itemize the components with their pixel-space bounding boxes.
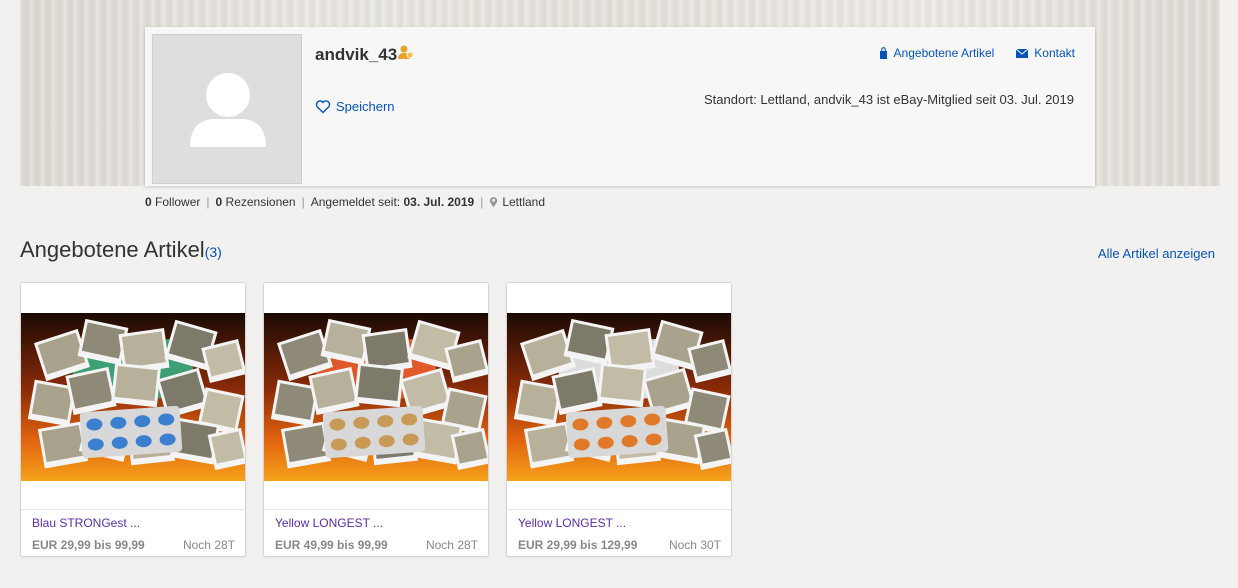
shopping-bag-icon <box>879 47 887 59</box>
reviews-label[interactable]: Rezensionen <box>226 195 296 209</box>
location-membership-text: Standort: Lettland, andvik_43 ist eBay-M… <box>704 92 1074 107</box>
item-card[interactable]: Blau STRONGest ... EUR 29,99 bis 99,99 N… <box>20 282 246 557</box>
item-card[interactable]: Yellow LONGEST ... EUR 49,99 bis 99,99 N… <box>263 282 489 557</box>
heart-icon <box>315 100 331 114</box>
card-divider <box>264 509 488 510</box>
offered-items-link[interactable]: Angebotene Artikel <box>879 46 995 60</box>
save-label: Speichern <box>336 99 395 114</box>
product-collage-graphic <box>507 313 731 481</box>
product-collage-graphic <box>264 313 488 481</box>
card-divider <box>507 509 731 510</box>
section-title: Angebotene Artikel(3) <box>20 237 222 263</box>
stats-location: Lettland <box>502 195 546 209</box>
member-since-label: Angemeldet seit: <box>310 195 401 209</box>
item-title[interactable]: Yellow LONGEST ... <box>275 516 383 530</box>
item-image[interactable] <box>507 313 731 481</box>
envelope-icon <box>1016 48 1029 58</box>
profile-card: andvik_43 Speichern Angebotene Artikel K… <box>145 27 1095 186</box>
section-item-count[interactable]: (3) <box>205 244 222 260</box>
divider: | <box>206 195 210 209</box>
view-all-items-link[interactable]: Alle Artikel anzeigen <box>1098 246 1215 261</box>
item-image[interactable] <box>264 313 488 481</box>
default-avatar-icon <box>153 35 301 183</box>
seller-stats: 0 Follower | 0 Rezensionen | Angemeldet … <box>145 195 545 209</box>
item-time-left: Noch 28T <box>425 538 478 552</box>
item-card[interactable]: Yellow LONGEST ... EUR 29,99 bis 129,99 … <box>506 282 732 557</box>
location-pin-icon <box>490 197 498 208</box>
item-price: EUR 49,99 bis 99,99 <box>275 538 388 552</box>
member-since-date: 03. Jul. 2019 <box>403 195 475 209</box>
followers-count: 0 <box>145 195 152 209</box>
username: andvik_43 <box>315 45 398 64</box>
item-image[interactable] <box>21 313 245 481</box>
item-title[interactable]: Blau STRONGest ... <box>32 516 140 530</box>
profile-links: Angebotene Artikel Kontakt <box>879 46 1075 60</box>
item-price: EUR 29,99 bis 129,99 <box>518 538 638 552</box>
reviews-count: 0 <box>215 195 223 209</box>
section-title-text: Angebotene Artikel <box>20 237 205 262</box>
divider: | <box>301 195 305 209</box>
contact-link[interactable]: Kontakt <box>1016 46 1075 60</box>
item-title[interactable]: Yellow LONGEST ... <box>518 516 626 530</box>
item-time-left: Noch 30T <box>668 538 721 552</box>
offered-items-label: Angebotene Artikel <box>893 46 995 60</box>
divider: | <box>480 195 484 209</box>
contact-label: Kontakt <box>1034 46 1075 60</box>
followers-label[interactable]: Follower <box>155 195 200 209</box>
save-seller-button[interactable]: Speichern <box>315 99 395 114</box>
item-time-left: Noch 28T <box>182 538 235 552</box>
avatar[interactable] <box>152 34 302 184</box>
card-divider <box>21 509 245 510</box>
item-price: EUR 29,99 bis 99,99 <box>32 538 145 552</box>
product-collage-graphic <box>21 313 245 481</box>
seller-badge-icon <box>398 45 414 59</box>
